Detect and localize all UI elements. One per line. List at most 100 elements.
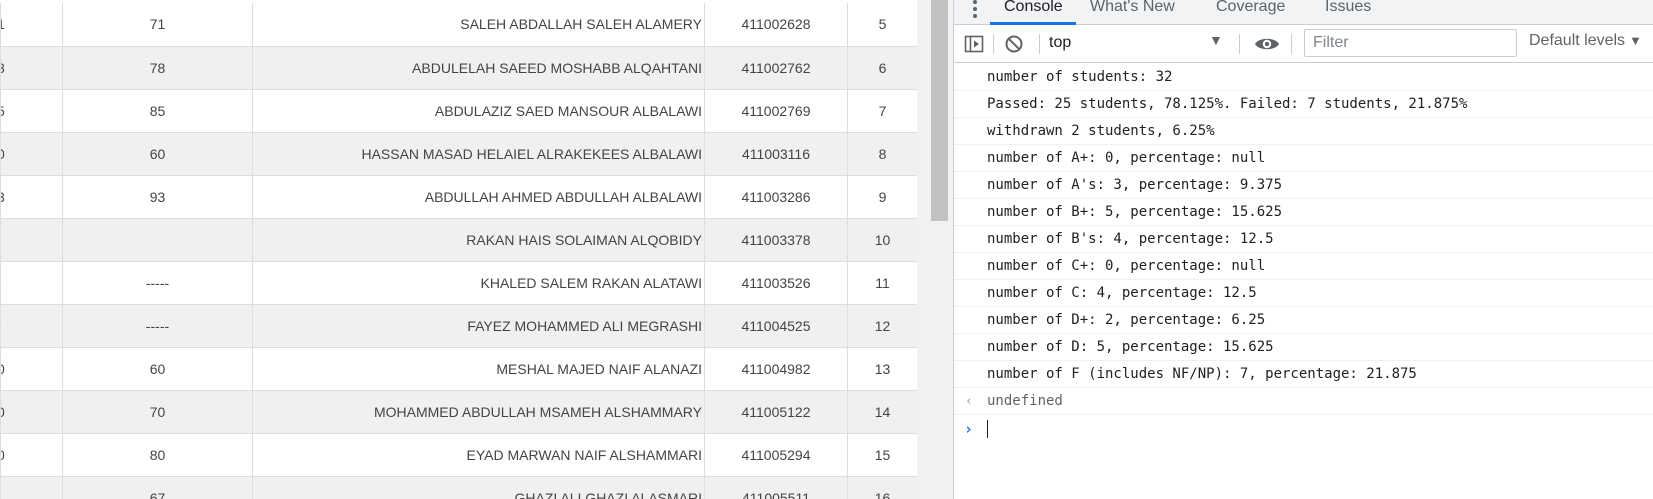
cell-row-number: 15 <box>847 433 917 477</box>
execution-context-label: top <box>1049 34 1072 51</box>
cell-student-name: FAYEZ MOHAMMED ALI MEGRASHI <box>252 304 705 348</box>
page-pane: 171SALEH ABDALLAH SALEH ALAMERY411002628… <box>0 0 917 499</box>
toolbar-divider <box>993 34 994 54</box>
table-row: 060MESHAL MAJED NAIF ALANAZI41100498213 <box>0 347 917 391</box>
console-toolbar: top ▼ Default levels▼ <box>954 25 1653 63</box>
console-log-line: number of students: 32 <box>954 64 1653 91</box>
cell-student-id: 411003378 <box>704 218 848 262</box>
console-log-line: withdrawn 2 students, 6.25% <box>954 118 1653 145</box>
grades-table-body: 171SALEH ABDALLAH SALEH ALAMERY411002628… <box>0 3 917 499</box>
table-row: 070MOHAMMED ABDULLAH MSAMEH ALSHAMMARY41… <box>0 390 917 434</box>
cell-student-name: MOHAMMED ABDULLAH MSAMEH ALSHAMMARY <box>252 390 705 434</box>
tab-coverage[interactable]: Coverage <box>1216 0 1285 24</box>
cell-row-number: 14 <box>847 390 917 434</box>
cell-row-number: 7 <box>847 89 917 133</box>
cell-score <box>62 218 253 262</box>
console-input[interactable] <box>987 419 1587 439</box>
cell-student-name: ABDULAZIZ SAED MANSOUR ALBALAWI <box>252 89 705 133</box>
filter-input[interactable] <box>1304 29 1517 57</box>
cell-student-id: 411003526 <box>704 261 848 305</box>
cell-score: 71 <box>62 3 253 47</box>
table-row: ------KHALED SALEM RAKAN ALATAWI41100352… <box>0 261 917 305</box>
cell-student-id: 411005294 <box>704 433 848 477</box>
table-row: 878ABDULELAH SAEED MOSHABB ALQAHTANI4110… <box>0 46 917 90</box>
cell-student-name: RAKAN HAIS SOLAIMAN ALQOBIDY <box>252 218 705 262</box>
page-scrollbar[interactable] <box>917 0 953 499</box>
cell-score: 60 <box>62 132 253 176</box>
cell-student-name: HASSAN MASAD HELAIEL ALRAKEKEES ALBALAWI <box>252 132 705 176</box>
cell-row-number: 6 <box>847 46 917 90</box>
log-levels-label: Default levels <box>1529 32 1626 49</box>
cell-student-id: 411004525 <box>704 304 848 348</box>
more-vert-icon[interactable] <box>972 0 978 20</box>
cell-grade-partial: - <box>0 261 63 305</box>
cell-score: 80 <box>62 433 253 477</box>
chevron-left-icon: ‹ <box>965 394 973 409</box>
cell-student-name: EYAD MARWAN NAIF ALSHAMMARI <box>252 433 705 477</box>
cell-student-name: ABDULLAH AHMED ABDULLAH ALBALAWI <box>252 175 705 219</box>
chevron-right-icon: › <box>964 420 974 438</box>
tab-issues[interactable]: Issues <box>1325 0 1371 24</box>
cell-grade-partial: 0 <box>0 390 63 434</box>
table-row: 171SALEH ABDALLAH SALEH ALAMERY411002628… <box>0 3 917 47</box>
cell-row-number: 12 <box>847 304 917 348</box>
table-row: 060HASSAN MASAD HELAIEL ALRAKEKEES ALBAL… <box>0 132 917 176</box>
console-log-list: number of students: 32 Passed: 25 student… <box>954 64 1653 388</box>
cell-grade-partial: 8 <box>0 46 63 90</box>
table-row: 67 GHAZI ALI GHAZI ALASMARI 411005511 16 <box>0 476 917 499</box>
page-scrollbar-thumb[interactable] <box>931 0 948 221</box>
console-log-line: number of D+: 2, percentage: 6.25 <box>954 307 1653 334</box>
cell-row-number: 8 <box>847 132 917 176</box>
sidebar-toggle-icon[interactable] <box>964 34 984 54</box>
clear-console-icon[interactable] <box>1004 34 1024 54</box>
cell-student-id: 411002762 <box>704 46 848 90</box>
cell-row-number: 16 <box>847 476 917 499</box>
cell-grade-partial: 5 <box>0 89 63 133</box>
cell-score: ----- <box>62 304 253 348</box>
cell-row-number: 10 <box>847 218 917 262</box>
cell-row-number: 9 <box>847 175 917 219</box>
cell-row-number: 13 <box>847 347 917 391</box>
cell-student-name: MESHAL MAJED NAIF ALANAZI <box>252 347 705 391</box>
cell-student-id: 411002769 <box>704 89 848 133</box>
cell-student-id: 411003286 <box>704 175 848 219</box>
console-log-line: number of C: 4, percentage: 12.5 <box>954 280 1653 307</box>
table-row: RAKAN HAIS SOLAIMAN ALQOBIDY 411003378 10 <box>0 218 917 262</box>
cell-student-name: SALEH ABDALLAH SALEH ALAMERY <box>252 3 705 47</box>
cell-student-id: 411005122 <box>704 390 848 434</box>
execution-context-select[interactable]: top ▼ <box>1049 30 1229 58</box>
cell-grade-partial: 1 <box>0 3 63 47</box>
cell-student-name: KHALED SALEM RAKAN ALATAWI <box>252 261 705 305</box>
tab-console[interactable]: Console <box>1004 0 1063 24</box>
eye-icon[interactable] <box>1254 34 1280 54</box>
cell-score: ----- <box>62 261 253 305</box>
cell-grade-partial: 3 <box>0 175 63 219</box>
cell-student-name: GHAZI ALI GHAZI ALASMARI <box>252 476 705 499</box>
table-row: 585ABDULAZIZ SAED MANSOUR ALBALAWI411002… <box>0 89 917 133</box>
cell-row-number: 5 <box>847 3 917 47</box>
cell-row-number: 11 <box>847 261 917 305</box>
cell-score: 78 <box>62 46 253 90</box>
console-log-line: number of A's: 3, percentage: 9.375 <box>954 172 1653 199</box>
console-prompt[interactable]: › <box>954 415 1653 443</box>
devtools-tab-bar: Console What's New Coverage Issues <box>954 0 1653 25</box>
console-output: number of students: 32 Passed: 25 student… <box>954 64 1653 499</box>
cell-grade-partial <box>0 218 63 262</box>
console-log-line: Passed: 25 students, 78.125%. Failed: 7 … <box>954 91 1653 118</box>
console-result: ‹ undefined <box>954 388 1653 415</box>
devtools-panel: Console What's New Coverage Issues top ▼ <box>953 0 1653 499</box>
console-log-line: number of A+: 0, percentage: null <box>954 145 1653 172</box>
cell-student-id: 411003116 <box>704 132 848 176</box>
console-log-line: number of F (includes NF/NP): 7, percent… <box>954 361 1653 388</box>
triangle-down-icon: ▼ <box>1629 33 1642 48</box>
tab-whats-new[interactable]: What's New <box>1090 0 1175 24</box>
cell-grade-partial <box>0 476 63 499</box>
cell-student-id: 411005511 <box>704 476 848 499</box>
log-levels-select[interactable]: Default levels ▼ <box>1529 32 1651 58</box>
cell-grade-partial: 0 <box>0 347 63 391</box>
cell-grade-partial: 0 <box>0 433 63 477</box>
cell-score: 85 <box>62 89 253 133</box>
cell-grade-partial: - <box>0 304 63 348</box>
cell-score: 60 <box>62 347 253 391</box>
console-result-value: undefined <box>987 393 1063 409</box>
